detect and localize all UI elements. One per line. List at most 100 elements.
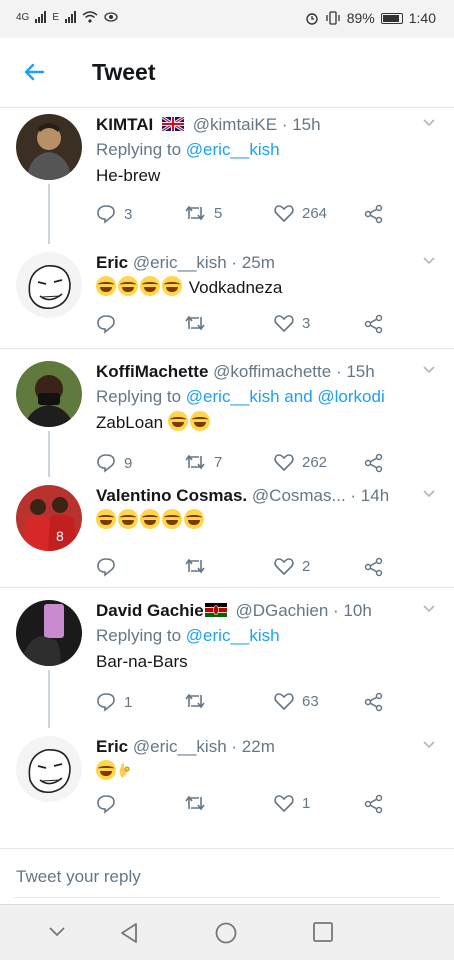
username[interactable]: @kimtaiKE [193,115,277,134]
reply-action[interactable]: 9 [96,453,132,473]
reply-count: 1 [124,693,133,711]
username[interactable]: @koffimachette [213,362,331,381]
like-action[interactable]: 63 [274,692,319,710]
home-circle-icon[interactable] [214,921,238,945]
share-action[interactable] [364,204,384,224]
tweet-thread: KIMTAI @kimtaiKE · 15h Replying to @eric… [0,108,454,824]
system-nav-bar [0,904,454,960]
avatar[interactable] [16,600,82,666]
retweet-action[interactable]: 7 [184,453,222,471]
retweet-count: 7 [214,453,223,471]
display-name[interactable]: Eric [96,253,128,272]
recents-square-icon[interactable] [312,921,334,943]
tweet-body: KoffiMachette @koffimachette · 15h Reply… [96,361,444,435]
reply-input[interactable]: Tweet your reply [16,867,141,887]
back-triangle-icon[interactable] [118,921,140,945]
wifi-icon [82,11,98,23]
reply-action[interactable] [96,794,116,814]
timestamp: · 22m [231,737,275,756]
chevron-down-icon[interactable] [422,363,436,377]
like-action[interactable]: 264 [274,204,327,222]
retweet-action[interactable] [184,314,206,332]
username[interactable]: @DGachien [235,601,328,620]
heart-icon [274,205,294,222]
share-icon [364,314,383,334]
reply-count: 9 [124,454,133,472]
like-action[interactable]: 2 [274,557,310,575]
chevron-down-icon[interactable] [422,738,436,752]
tweet-text-body: Vodkadneza [188,278,283,297]
chevron-down-icon[interactable] [422,602,436,616]
tweet-header: KoffiMachette @koffimachette · 15h [96,361,444,383]
username[interactable]: @eric__kish [133,253,227,272]
share-icon [364,557,383,577]
share-action[interactable] [364,794,384,814]
replying-to-label: Replying to [96,140,182,159]
timestamp: · 10h [333,601,372,620]
reply-action[interactable]: 1 [96,692,132,712]
display-name[interactable]: KoffiMachette [96,362,208,381]
mention-link[interactable]: @eric__kish [186,626,280,645]
thread-connector [48,431,50,477]
tweet-body: David Gachie @DGachien · 10h Replying to… [96,600,444,674]
replying-to: Replying to @eric__kish [96,624,444,648]
reply-composer: Tweet your reply [0,848,454,904]
tweet-kimtai[interactable]: KIMTAI @kimtaiKE · 15h Replying to @eric… [0,108,454,244]
share-action[interactable] [364,314,384,334]
tweet-text: Vodkadneza [96,276,444,300]
display-name[interactable]: KIMTAI [96,115,153,134]
chevron-down-icon[interactable] [422,487,436,501]
tears-of-joy-emoji-icon [162,276,182,296]
alarm-icon [306,13,318,25]
tweet-eric-2[interactable]: Eric @eric__kish · 22m 1 [0,724,454,824]
status-right: 89% 1:40 [305,10,436,26]
username[interactable]: @eric__kish [133,737,227,756]
display-name[interactable]: David Gachie [96,601,204,620]
like-count: 3 [302,314,311,332]
display-name[interactable]: Valentino Cosmas. [96,486,247,505]
tweet-david-gachie[interactable]: David Gachie @DGachien · 10h Replying to… [0,588,454,728]
like-count: 264 [302,204,328,222]
reply-action[interactable] [96,557,116,577]
like-action[interactable]: 262 [274,453,327,471]
reply-icon [97,315,115,334]
avatar[interactable]: 8 [16,485,82,551]
timestamp: · 15h [335,362,375,381]
retweet-action[interactable]: 5 [184,204,222,222]
reply-action[interactable]: 3 [96,204,132,224]
mention-link[interactable]: @eric__kish and @lorkodi [186,387,385,406]
retweet-icon [185,454,205,470]
username[interactable]: @Cosmas... [252,486,346,505]
retweet-action[interactable] [184,557,206,575]
reply-action[interactable] [96,314,116,334]
tears-of-joy-emoji-icon [96,760,116,780]
share-action[interactable] [364,453,384,473]
chevron-down-icon[interactable] [422,254,436,268]
like-count: 1 [302,794,311,812]
tweet-eric-1[interactable]: Eric @eric__kish · 25m Vodkadneza 3 [0,240,454,348]
like-action[interactable]: 3 [274,314,310,332]
like-action[interactable]: 1 [274,794,310,812]
tweet-koffimachette[interactable]: KoffiMachette @koffimachette · 15h Reply… [0,349,454,477]
mention-link[interactable]: @eric__kish [186,140,280,159]
share-action[interactable] [364,557,384,577]
app-header: Tweet [0,38,454,108]
reply-underline [14,897,440,898]
avatar[interactable] [16,361,82,427]
retweet-action[interactable] [184,794,206,812]
share-action[interactable] [364,692,384,712]
avatar[interactable] [16,114,82,180]
avatar[interactable] [16,252,82,318]
tweet-header: Valentino Cosmas. @Cosmas... · 14h [96,485,444,507]
retweet-action[interactable] [184,692,206,710]
retweet-icon [185,693,205,709]
battery-percent: 89% [346,10,375,26]
display-name[interactable]: Eric [96,737,128,756]
avatar[interactable] [16,736,82,802]
heart-icon [274,795,294,812]
back-arrow-icon[interactable] [22,60,46,88]
tweet-valentino[interactable]: 8 Valentino Cosmas. @Cosmas... · 14h 2 [0,473,454,587]
chevron-down-icon[interactable] [422,116,436,130]
share-icon [364,794,383,814]
chevron-down-icon[interactable] [48,925,66,939]
